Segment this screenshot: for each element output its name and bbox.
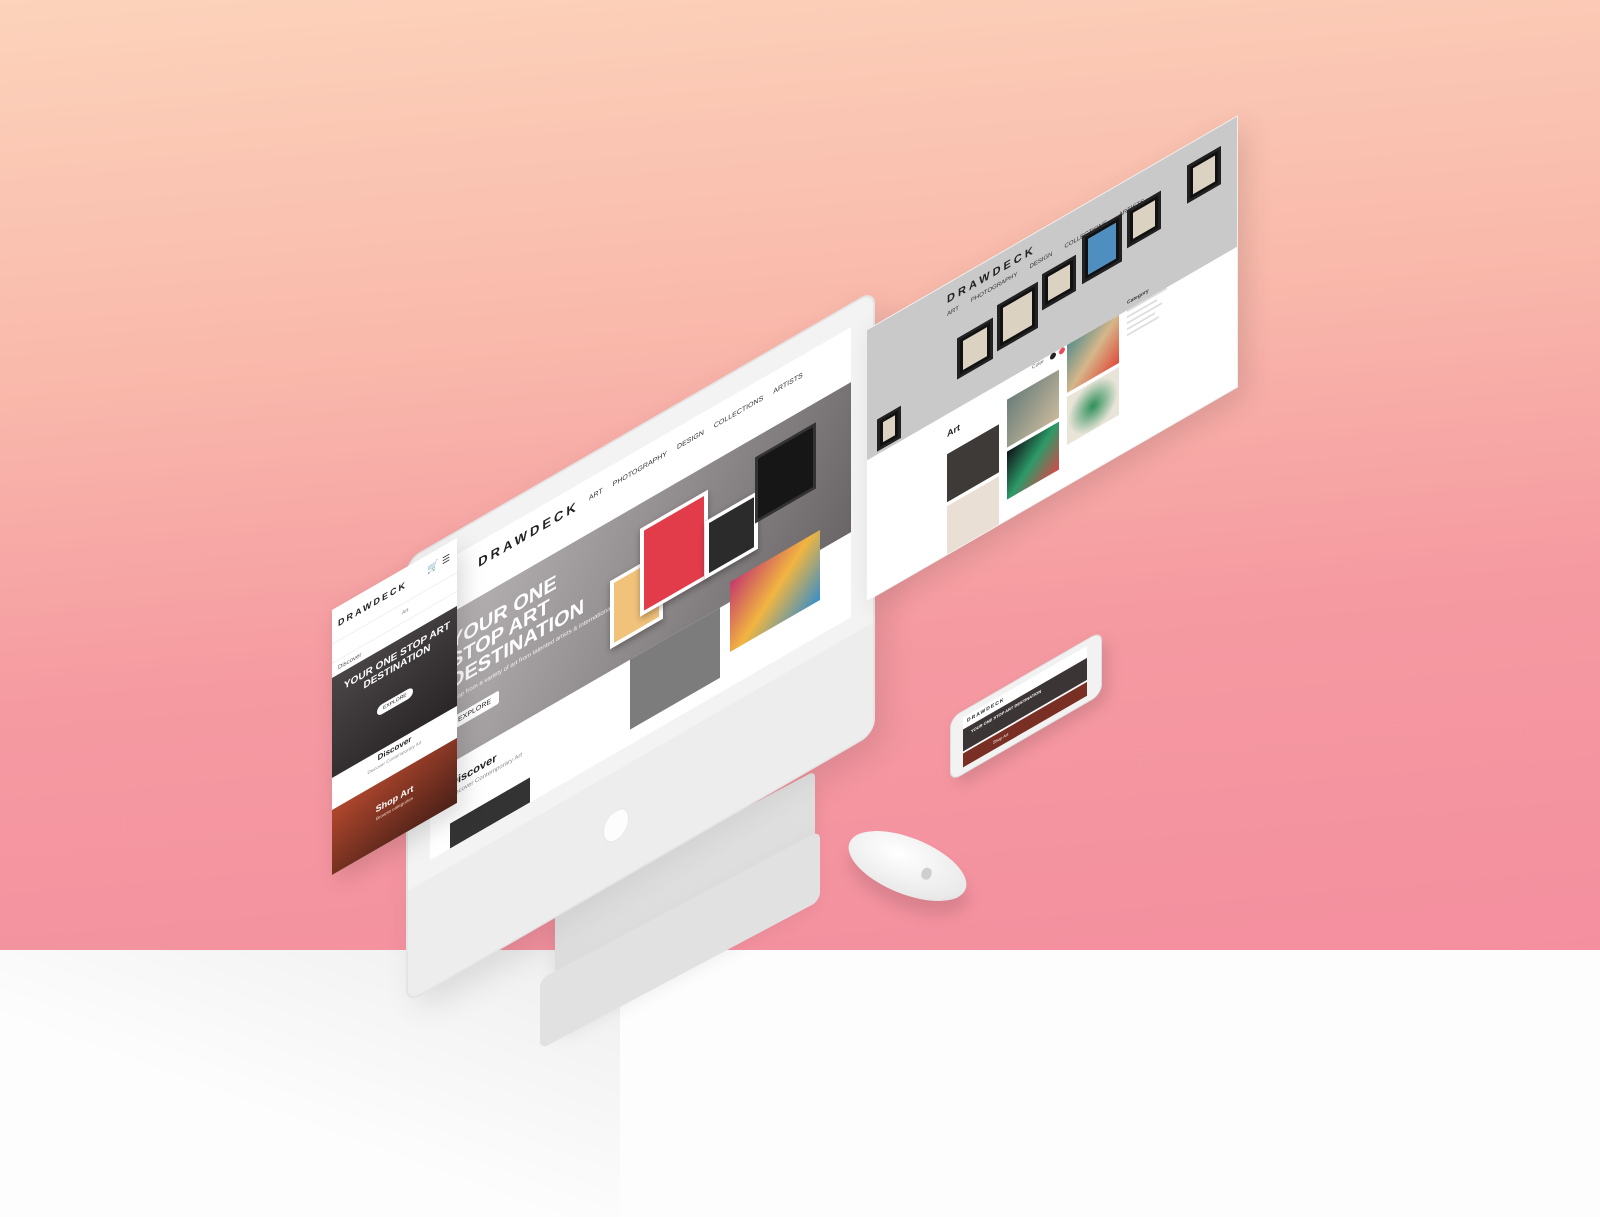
color-swatch-black[interactable] [1049,351,1056,361]
phone-shop-title: Shop Art [993,731,1009,746]
artwork-typography-frame [755,422,816,524]
wall-frame [1187,146,1221,204]
cart-icon[interactable]: 🛒 [427,559,438,576]
wall-frame [997,281,1038,352]
mobile-explore-button[interactable]: EXPLORE [377,686,413,718]
nav-item-collections[interactable]: COLLECTIONS [714,394,763,430]
apple-logo-icon [603,803,629,849]
nav-item-design[interactable]: DESIGN [677,429,704,451]
artwork-portrait-frame [705,490,758,580]
wall-frame [1042,254,1076,311]
artwork-red-frame [640,489,708,617]
wall-frame [877,405,901,452]
wall-frame [957,317,993,380]
apple-logo-icon [919,866,934,882]
nav-item-artists[interactable]: ARTISTS [773,371,802,395]
catalog-section-title: Art [947,421,960,440]
mobile-search-value: Art [402,606,409,617]
menu-icon[interactable]: ☰ [442,552,450,568]
nav-item-photography[interactable]: PHOTOGRAPHY [613,450,667,488]
nav-item-art[interactable]: ART [589,487,603,502]
color-swatch-red[interactable] [1058,346,1065,356]
floor-shadow [0,950,620,1217]
